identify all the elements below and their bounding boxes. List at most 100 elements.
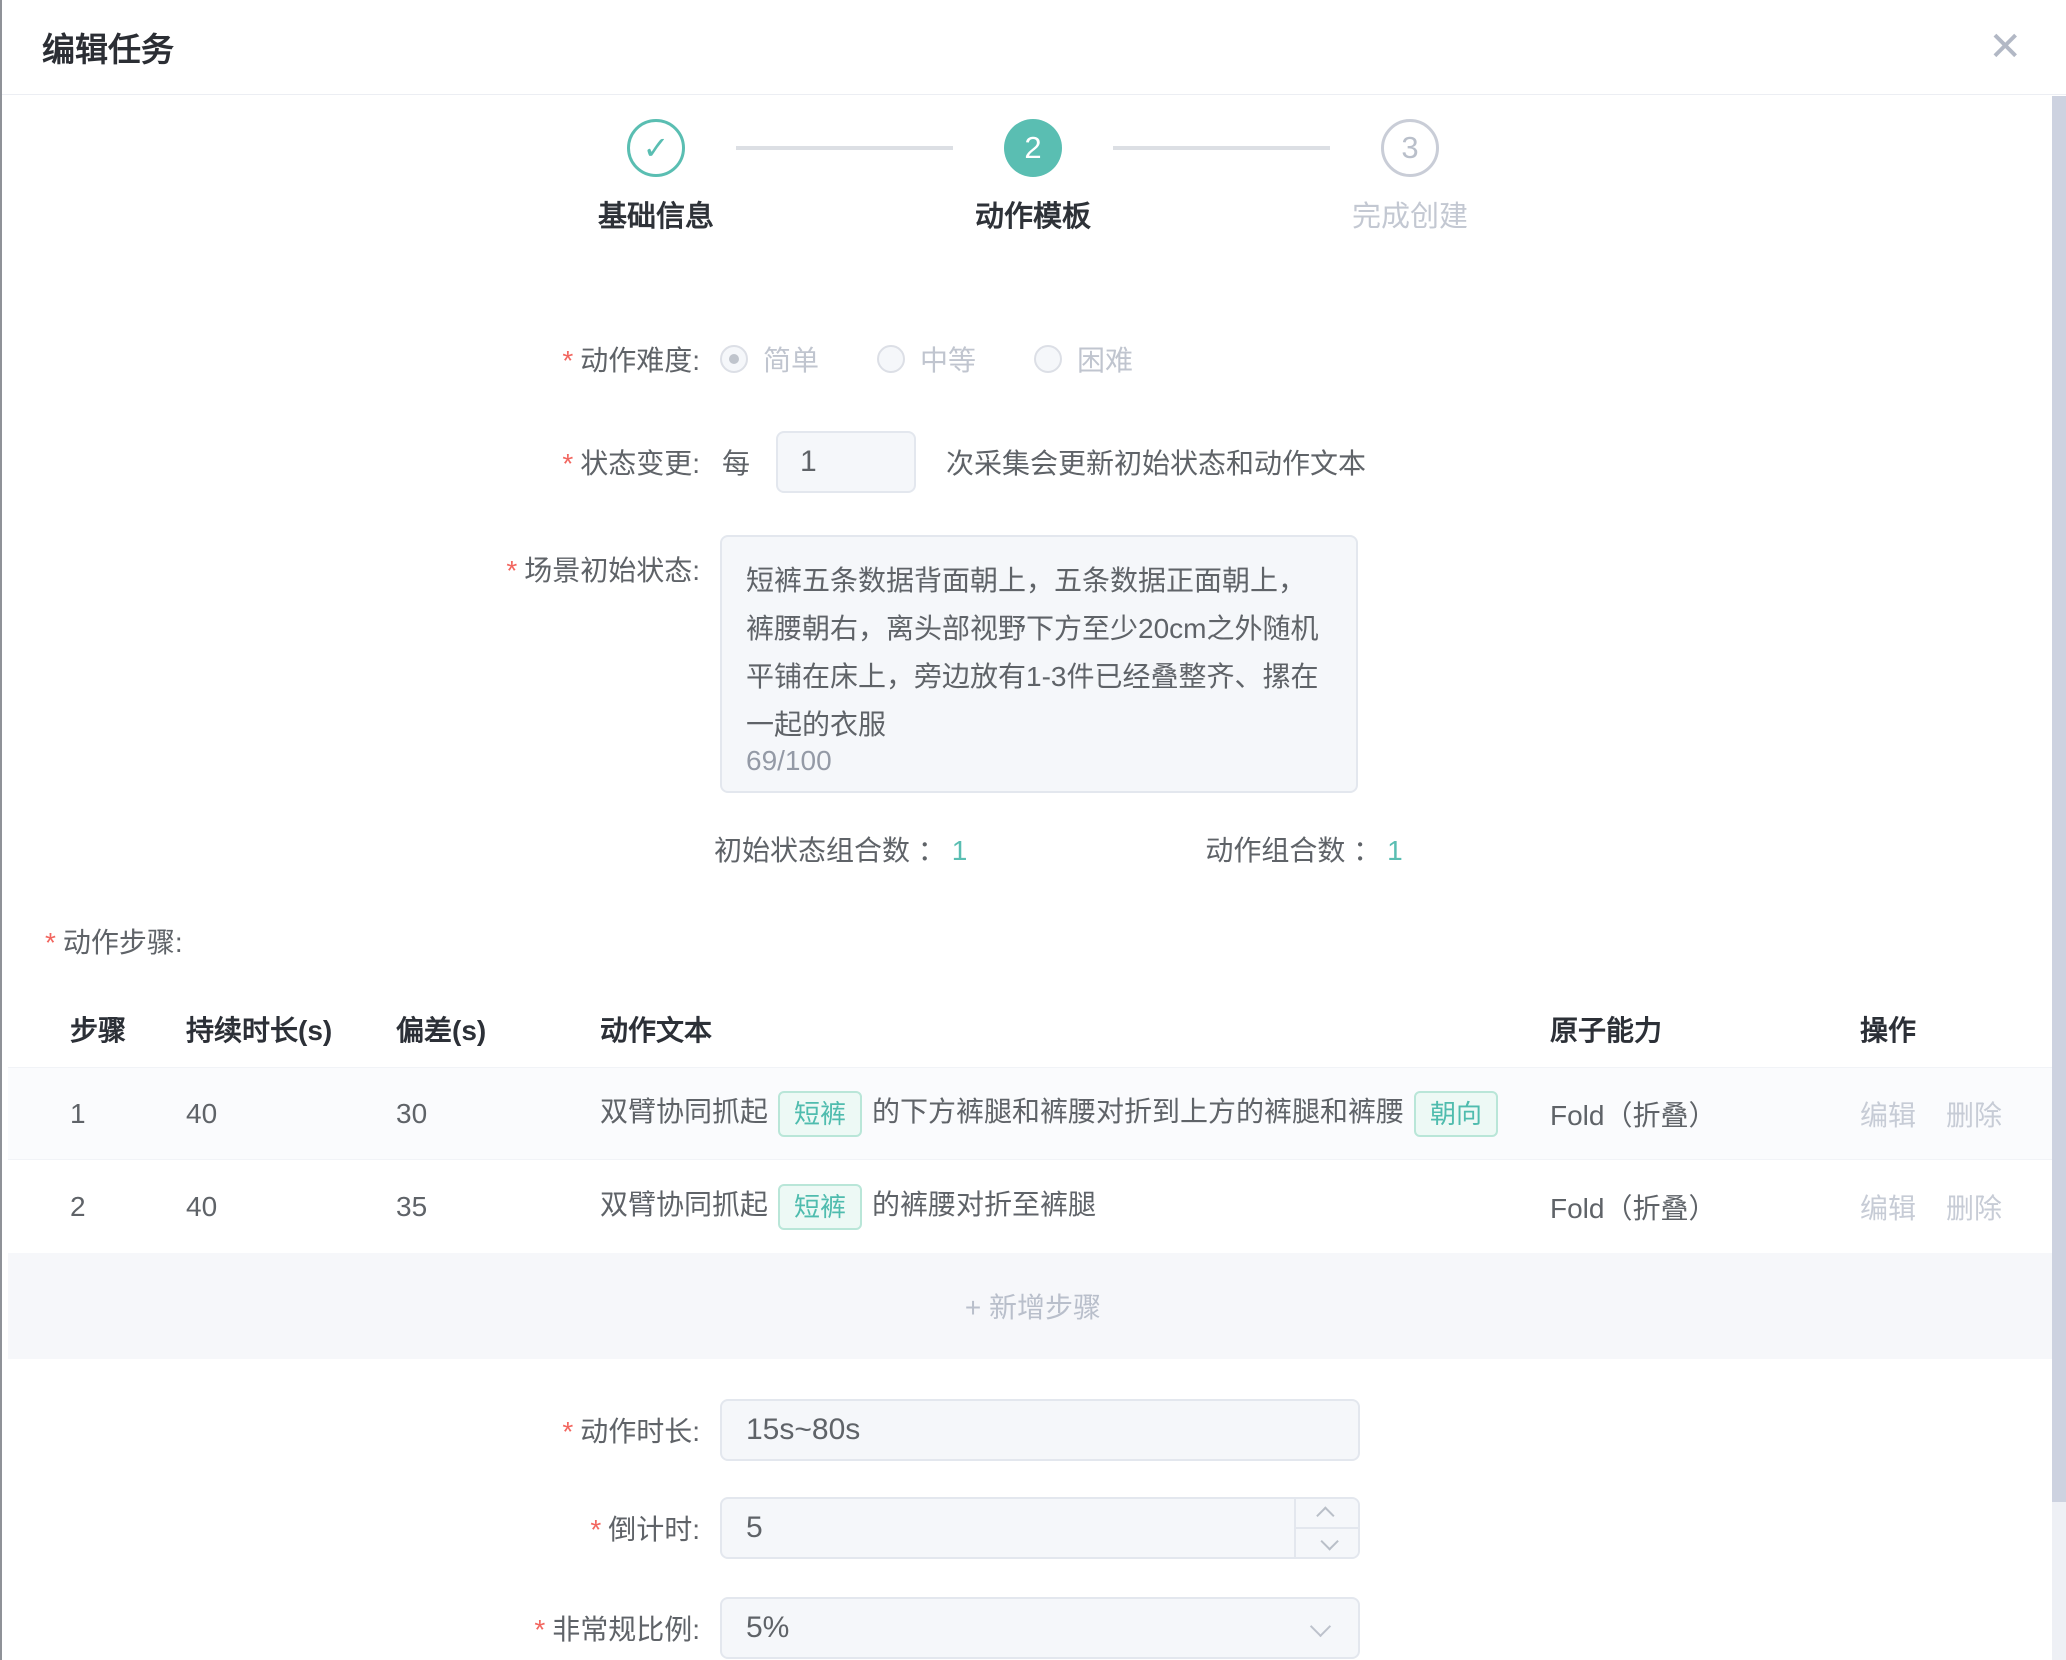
countdown-row: *倒计时: 5 [0, 1497, 2066, 1559]
unusual-ratio-select[interactable]: 5% [720, 1597, 1360, 1659]
action-text-fragment: 双臂协同抓起 [600, 1096, 768, 1127]
action-duration-label: *动作时长: [0, 1410, 700, 1450]
column-header: 原子能力 [1550, 1009, 1860, 1049]
stepper-connector [736, 146, 953, 150]
initial-state-text: 短裤五条数据背面朝上，五条数据正面朝上，裤腰朝右，离头部视野下方至少20cm之外… [746, 557, 1332, 749]
chevron-down-icon [1320, 1532, 1338, 1550]
delete-link[interactable]: 删除 [1946, 1100, 2002, 1131]
chevron-down-icon [1310, 1616, 1331, 1637]
action-text-fragment: 的下方裤腿和裤腰对折到上方的裤腿和裤腰 [872, 1096, 1404, 1127]
dialog-title: 编辑任务 [42, 23, 174, 71]
state-change-prefix: 每 [722, 442, 750, 482]
number-spinner [1294, 1499, 1358, 1557]
table-header-row: 步骤持续时长(s)偏差(s)动作文本原子能力操作 [8, 991, 2058, 1067]
radio-circle-icon [877, 345, 905, 373]
state-change-label: *状态变更: [0, 442, 700, 482]
column-header: 持续时长(s) [186, 1009, 396, 1049]
cell-step: 2 [70, 1191, 186, 1223]
table-row: 14030双臂协同抓起短裤的下方裤腿和裤腰对折到上方的裤腿和裤腰朝向Fold（折… [8, 1067, 2058, 1160]
cell-duration: 40 [186, 1098, 396, 1130]
close-icon[interactable]: ✕ [1988, 27, 2022, 67]
unusual-ratio-label: *非常规比例: [0, 1608, 700, 1648]
combo-counts-row: 初始状态组合数 ：1 动作组合数 ：1 [714, 829, 2066, 869]
state-change-input[interactable]: 1 [776, 431, 916, 493]
edit-link[interactable]: 编辑 [1860, 1100, 1916, 1131]
action-steps-table: 步骤持续时长(s)偏差(s)动作文本原子能力操作 14030双臂协同抓起短裤的下… [8, 991, 2058, 1359]
spinner-decrease-button[interactable] [1296, 1527, 1358, 1557]
chevron-up-icon [1316, 1506, 1334, 1524]
difficulty-radio-group: 简单 中等 困难 [720, 339, 1191, 379]
dialog-header: 编辑任务 ✕ [0, 0, 2066, 95]
countdown-label: *倒计时: [0, 1508, 700, 1548]
step-number-badge: 2 [1004, 119, 1062, 177]
keyword-tag: 短裤 [778, 1184, 862, 1230]
check-icon: ✓ [627, 119, 685, 177]
radio-label: 困难 [1077, 339, 1133, 379]
radio-label: 中等 [920, 339, 976, 379]
state-change-row: *状态变更: 每 1 次采集会更新初始状态和动作文本 [0, 431, 2066, 493]
step-finish-create: 3 完成创建 [1330, 119, 1490, 235]
cell-step: 1 [70, 1098, 186, 1130]
cell-action-text: 双臂协同抓起短裤的裤腰对折至裤腿 [600, 1183, 1550, 1230]
action-duration-row: *动作时长: 15s~80s [0, 1399, 2066, 1461]
initial-state-textarea[interactable]: 短裤五条数据背面朝上，五条数据正面朝上，裤腰朝右，离头部视野下方至少20cm之外… [720, 535, 1358, 793]
required-mark: * [562, 448, 573, 479]
edit-link[interactable]: 编辑 [1860, 1193, 1916, 1224]
cell-ability: Fold（折叠） [1550, 1094, 1860, 1134]
delete-link[interactable]: 删除 [1946, 1193, 2002, 1224]
unusual-ratio-row: *非常规比例: 5% [0, 1597, 2066, 1659]
action-steps-label: *动作步骤: [45, 921, 2066, 961]
column-header: 偏差(s) [396, 1009, 600, 1049]
required-mark: * [590, 1514, 601, 1545]
difficulty-radio-简单[interactable]: 简单 [720, 339, 819, 379]
step-number-badge: 3 [1381, 119, 1439, 177]
action-text-fragment: 的裤腰对折至裤腿 [872, 1189, 1096, 1220]
required-mark: * [534, 1614, 545, 1645]
initial-state-row: *场景初始状态: 短裤五条数据背面朝上，五条数据正面朝上，裤腰朝右，离头部视野下… [0, 535, 2066, 793]
column-header: 操作 [1860, 1009, 2058, 1049]
step-action-template: 2 动作模板 [953, 119, 1113, 235]
radio-circle-icon [1034, 345, 1062, 373]
difficulty-radio-中等[interactable]: 中等 [877, 339, 976, 379]
action-duration-input[interactable]: 15s~80s [720, 1399, 1360, 1461]
countdown-input[interactable]: 5 [720, 1497, 1360, 1559]
step-label: 动作模板 [975, 193, 1091, 235]
initial-state-label: *场景初始状态: [0, 535, 700, 589]
radio-circle-icon [720, 345, 748, 373]
required-mark: * [506, 555, 517, 586]
action-combo-value: 1 [1387, 835, 1403, 866]
cell-action-text: 双臂协同抓起短裤的下方裤腿和裤腰对折到上方的裤腿和裤腰朝向 [600, 1090, 1550, 1137]
column-header: 动作文本 [600, 1009, 1550, 1049]
spinner-increase-button[interactable] [1296, 1499, 1358, 1527]
keyword-tag: 朝向 [1414, 1091, 1498, 1137]
step-label: 基础信息 [598, 193, 714, 235]
action-combo-count: 动作组合数 ：1 [1205, 829, 1402, 869]
required-mark: * [562, 1416, 573, 1447]
difficulty-radio-困难[interactable]: 困难 [1034, 339, 1133, 379]
cell-deviation: 30 [396, 1098, 600, 1130]
initial-combo-value: 1 [952, 835, 968, 866]
scrollbar-track[interactable] [2052, 96, 2066, 1660]
required-mark: * [45, 927, 56, 958]
state-change-suffix: 次采集会更新初始状态和动作文本 [946, 442, 1366, 482]
cell-ability: Fold（折叠） [1550, 1187, 1860, 1227]
table-row: 24035双臂协同抓起短裤的裤腰对折至裤腿Fold（折叠）编辑删除 [8, 1160, 2058, 1253]
action-text-fragment: 双臂协同抓起 [600, 1189, 768, 1220]
keyword-tag: 短裤 [778, 1091, 862, 1137]
required-mark: * [562, 345, 573, 376]
cell-actions: 编辑删除 [1860, 1187, 2058, 1227]
column-header: 步骤 [70, 1009, 186, 1049]
add-step-button[interactable]: + 新增步骤 [8, 1253, 2058, 1359]
initial-combo-count: 初始状态组合数 ：1 [714, 829, 967, 869]
cell-deviation: 35 [396, 1191, 600, 1223]
radio-label: 简单 [763, 339, 819, 379]
difficulty-label: *动作难度: [0, 339, 700, 379]
difficulty-row: *动作难度: 简单 中等 困难 [0, 339, 2066, 379]
char-counter: 69/100 [746, 745, 832, 777]
stepper-connector [1113, 146, 1330, 150]
scrollbar-thumb[interactable] [2052, 96, 2066, 1502]
cell-duration: 40 [186, 1191, 396, 1223]
wizard-stepper: ✓ 基础信息 2 动作模板 3 完成创建 [0, 119, 2066, 235]
step-basic-info: ✓ 基础信息 [576, 119, 736, 235]
dialog-left-edge [0, 0, 2, 1660]
